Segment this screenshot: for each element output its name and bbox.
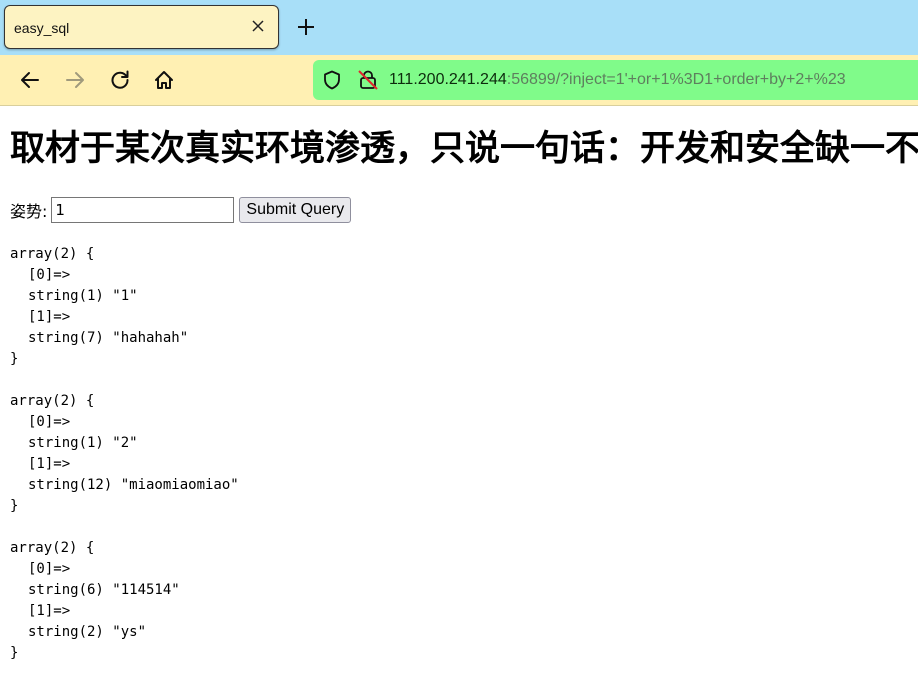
dump-key-1: [1]=> (28, 603, 71, 619)
dump-key-1: [1]=> (28, 456, 71, 472)
insecure-lock-icon[interactable] (357, 69, 379, 91)
close-tab-icon[interactable] (248, 16, 268, 36)
dump-key-0: [0]=> (28, 414, 71, 430)
dump-open: array(2) { (10, 246, 95, 262)
url-host: 111.200.241.244 (389, 71, 507, 88)
result-dump: array(2) { [0]=> string(1) "2" [1]=> string(… (10, 391, 239, 517)
query-form: 姿势: Submit Query (10, 197, 352, 223)
result-dump: array(2) { [0]=> string(6) "114514" [1]=> st… (10, 538, 180, 664)
page-title: 取材于某次真实环境渗透，只说一句话：开发和安全缺一不可 (10, 129, 918, 169)
dump-close: } (10, 351, 19, 367)
browser-tab[interactable]: easy_sql (4, 5, 279, 49)
reload-icon[interactable] (109, 69, 131, 91)
dump-value-1: string(2) "ys" (28, 624, 147, 640)
dump-open: array(2) { (10, 393, 95, 409)
dump-value-0: string(1) "1" (28, 288, 138, 304)
dump-close: } (10, 498, 19, 514)
inject-input[interactable] (51, 197, 235, 223)
new-tab-icon[interactable] (294, 15, 318, 39)
submit-query-button[interactable]: Submit Query (239, 197, 352, 223)
input-label: 姿势: (10, 202, 48, 221)
address-bar[interactable]: 111.200.241.244:56899/?inject=1'+or+1%3D… (313, 60, 918, 100)
tab-title: easy_sql (14, 20, 70, 36)
tab-strip: easy_sql (0, 0, 918, 55)
forward-arrow-icon[interactable] (64, 69, 86, 91)
dump-close: } (10, 645, 19, 661)
dump-value-0: string(6) "114514" (28, 582, 180, 598)
dump-value-0: string(1) "2" (28, 435, 138, 451)
navigation-toolbar: 111.200.241.244:56899/?inject=1'+or+1%3D… (0, 55, 918, 106)
back-arrow-icon[interactable] (19, 69, 41, 91)
url-text[interactable]: 111.200.241.244:56899/?inject=1'+or+1%3D… (389, 71, 846, 89)
dump-key-0: [0]=> (28, 561, 71, 577)
result-dump: array(2) { [0]=> string(1) "1" [1]=> string(… (10, 244, 188, 370)
dump-value-1: string(12) "miaomiaomiao" (28, 477, 239, 493)
page-content: 取材于某次真实环境渗透，只说一句话：开发和安全缺一不可 姿势: Submit Q… (0, 106, 918, 695)
url-path: :56899/?inject=1'+or+1%3D1+order+by+2+%2… (506, 71, 846, 88)
shield-icon[interactable] (322, 70, 342, 90)
dump-value-1: string(7) "hahahah" (28, 330, 189, 346)
dump-key-0: [0]=> (28, 267, 71, 283)
dump-open: array(2) { (10, 540, 95, 556)
home-icon[interactable] (153, 69, 175, 91)
dump-key-1: [1]=> (28, 309, 71, 325)
